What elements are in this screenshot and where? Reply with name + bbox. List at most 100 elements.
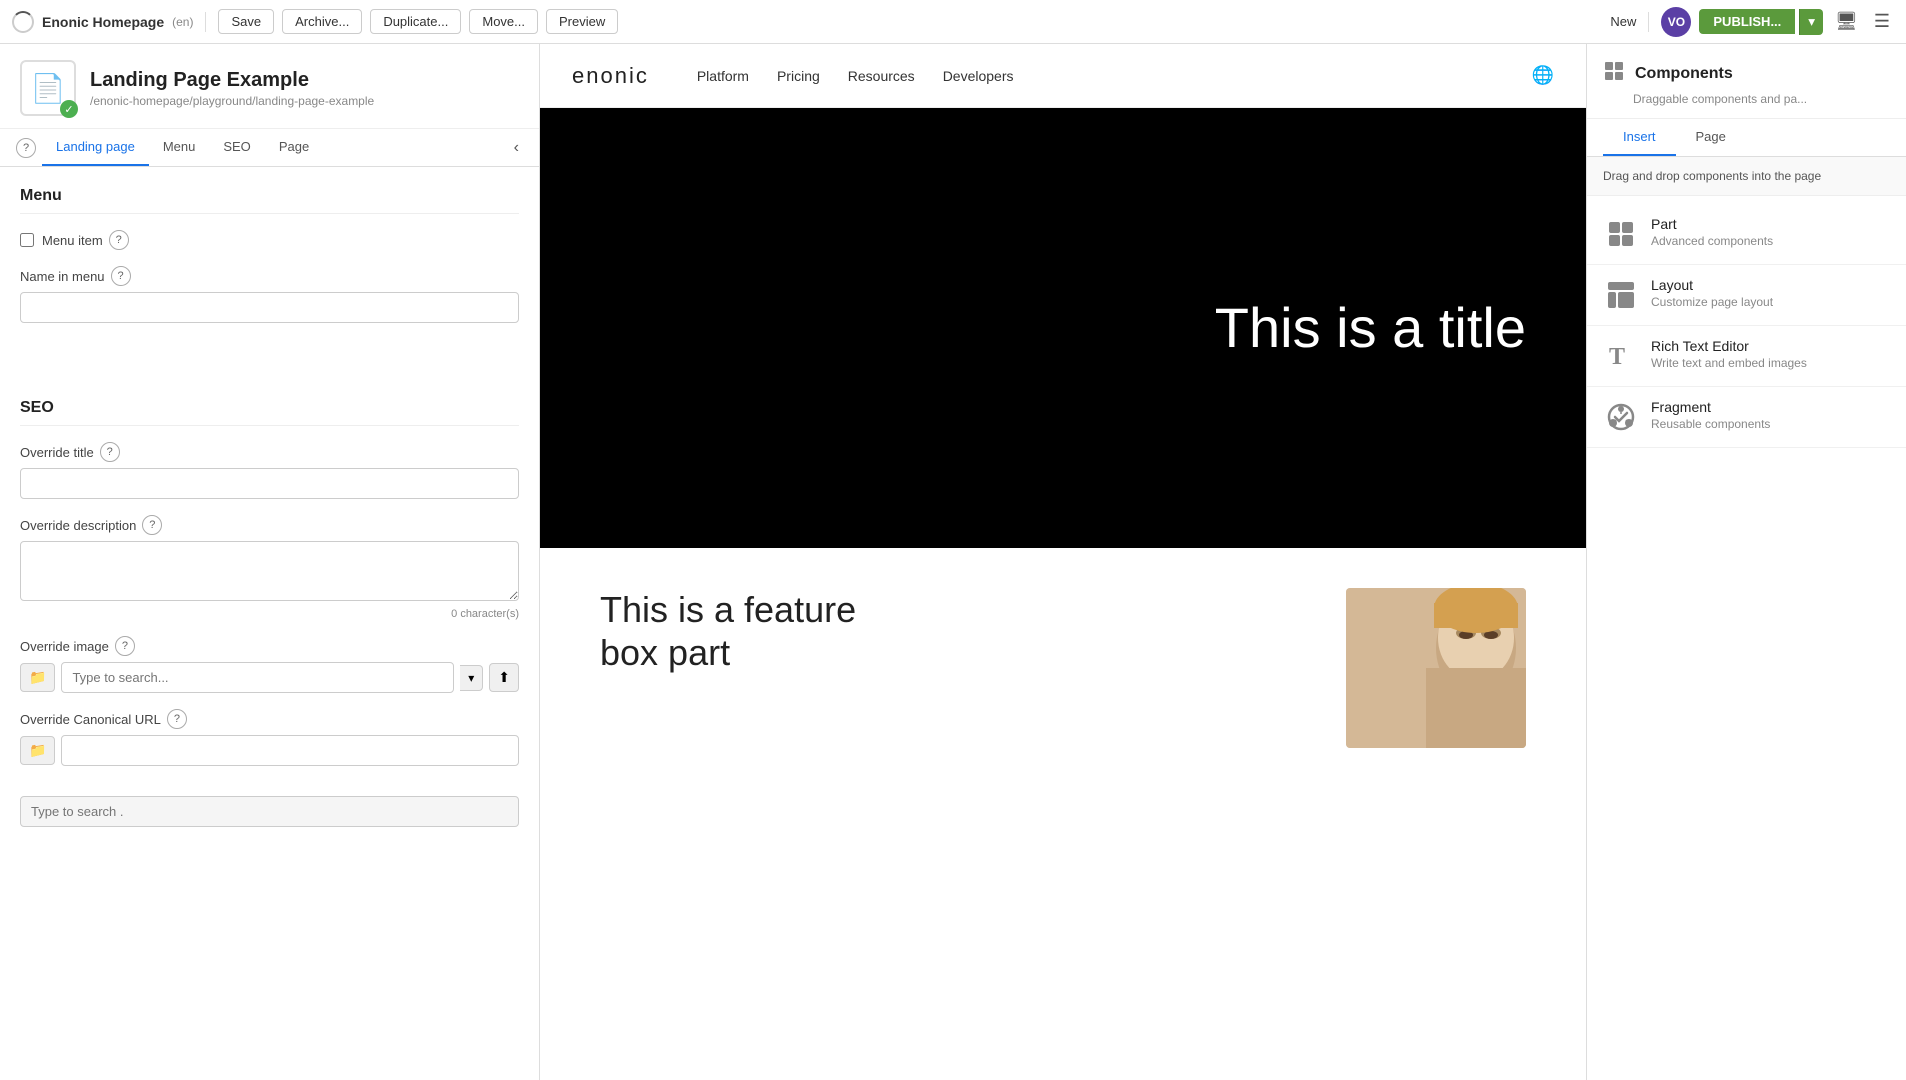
archive-button[interactable]: Archive... — [282, 9, 362, 34]
image-upload-button[interactable]: ⬆ — [489, 663, 519, 692]
override-image-help[interactable]: ? — [115, 636, 135, 656]
preview-hero: This is a title — [540, 108, 1586, 548]
name-in-menu-input[interactable] — [20, 292, 519, 323]
nav-link-developers[interactable]: Developers — [943, 68, 1014, 84]
right-panel-tab-insert[interactable]: Insert — [1603, 119, 1676, 156]
preview-area: enonic Platform Pricing Resources Develo… — [540, 44, 1586, 1080]
nav-link-pricing[interactable]: Pricing — [777, 68, 820, 84]
save-button[interactable]: Save — [218, 9, 274, 34]
tab-landing-page[interactable]: Landing page — [42, 129, 149, 166]
duplicate-button[interactable]: Duplicate... — [370, 9, 461, 34]
toolbar: Enonic Homepage (en) Save Archive... Dup… — [0, 0, 1906, 44]
override-description-field: Override description ? 0 character(s) — [20, 515, 519, 620]
override-canonical-field: Override Canonical URL ? 📁 — [20, 709, 519, 766]
tab-menu[interactable]: Menu — [149, 129, 210, 166]
right-panel-tab-page[interactable]: Page — [1676, 119, 1746, 156]
bottom-search-input[interactable] — [20, 796, 519, 827]
name-in-menu-field: Name in menu ? — [20, 266, 519, 323]
menu-item-checkbox[interactable] — [20, 233, 34, 247]
override-image-field: Override image ? 📁 ▾ ⬆ — [20, 636, 519, 693]
preview-feature-image — [1346, 588, 1526, 748]
preview-logo: enonic — [572, 63, 649, 89]
canonical-folder-button[interactable]: 📁 — [20, 736, 55, 765]
toolbar-divider — [205, 12, 206, 32]
layout-icon — [1603, 277, 1639, 313]
override-image-search[interactable] — [61, 662, 454, 693]
override-canonical-input[interactable] — [61, 735, 519, 766]
puzzle-icon-svg — [1603, 60, 1625, 82]
nav-link-platform[interactable]: Platform — [697, 68, 749, 84]
fragment-info: Fragment Reusable components — [1651, 399, 1890, 431]
preview-hero-title: This is a title — [1215, 297, 1526, 359]
override-title-label: Override title — [20, 445, 94, 460]
layout-info: Layout Customize page layout — [1651, 277, 1890, 309]
richtext-name: Rich Text Editor — [1651, 338, 1890, 354]
menu-item-label: Menu item — [42, 233, 103, 248]
override-canonical-row: 📁 — [20, 735, 519, 766]
override-title-help[interactable]: ? — [100, 442, 120, 462]
loading-spinner — [12, 11, 34, 33]
app-locale-label: (en) — [172, 15, 193, 29]
menu-section-title: Menu — [20, 187, 519, 214]
components-icon — [1603, 60, 1625, 88]
override-canonical-help[interactable]: ? — [167, 709, 187, 729]
part-icon-svg — [1605, 218, 1637, 250]
override-description-label: Override description — [20, 518, 136, 533]
menu-item-help[interactable]: ? — [109, 230, 129, 250]
monitor-icon-button[interactable]: 🖥 — [1831, 11, 1862, 32]
move-button[interactable]: Move... — [469, 9, 538, 34]
folder-icon-button[interactable]: 📁 — [20, 663, 55, 692]
component-item-part[interactable]: Part Advanced components — [1587, 204, 1906, 265]
right-panel: Components Draggable components and pa..… — [1586, 44, 1906, 1080]
preview-feature: This is a featurebox part — [540, 548, 1586, 788]
layout-description: Customize page layout — [1651, 295, 1890, 309]
component-item-layout[interactable]: Layout Customize page layout — [1587, 265, 1906, 326]
nav-link-resources[interactable]: Resources — [848, 68, 915, 84]
component-item-richtext[interactable]: T Rich Text Editor Write text and embed … — [1587, 326, 1906, 387]
override-description-textarea[interactable] — [20, 541, 519, 601]
content-header: 📄 ✓ Landing Page Example /enonic-homepag… — [0, 44, 539, 129]
right-panel-title: Components — [1635, 65, 1733, 83]
avatar: VO — [1661, 7, 1691, 37]
layout-name: Layout — [1651, 277, 1890, 293]
list-icon-button[interactable]: ☰ — [1870, 11, 1894, 32]
override-image-label: Override image — [20, 639, 109, 654]
status-badge: ✓ — [60, 100, 78, 118]
fragment-name: Fragment — [1651, 399, 1890, 415]
app-name-label: Enonic Homepage — [42, 14, 164, 30]
publish-button[interactable]: PUBLISH... — [1699, 9, 1795, 34]
preview-button[interactable]: Preview — [546, 9, 618, 34]
component-item-fragment[interactable]: Fragment Reusable components — [1587, 387, 1906, 448]
component-items: Part Advanced components Layout Customiz… — [1587, 196, 1906, 456]
override-image-row: 📁 ▾ ⬆ — [20, 662, 519, 693]
override-title-input[interactable] — [20, 468, 519, 499]
fragment-description: Reusable components — [1651, 417, 1890, 431]
tab-seo[interactable]: SEO — [209, 129, 264, 166]
fragment-icon-svg — [1605, 401, 1637, 433]
image-dropdown-button[interactable]: ▾ — [460, 665, 483, 691]
collapse-panel-button[interactable]: ‹ — [510, 135, 523, 161]
publish-area: PUBLISH... ▾ — [1699, 9, 1823, 35]
char-count: 0 character(s) — [20, 608, 519, 620]
menu-item-field: Menu item ? — [20, 230, 519, 250]
part-icon — [1603, 216, 1639, 252]
seo-section-title: SEO — [20, 399, 519, 426]
override-title-field: Override title ? — [20, 442, 519, 499]
preview-nav-links: Platform Pricing Resources Developers — [697, 68, 1014, 84]
override-description-help[interactable]: ? — [142, 515, 162, 535]
right-panel-subtitle: Draggable components and pa... — [1633, 92, 1890, 106]
new-button[interactable]: New — [1610, 14, 1636, 29]
page-title: Landing Page Example — [90, 68, 374, 92]
publish-dropdown-button[interactable]: ▾ — [1799, 9, 1823, 35]
tab-page[interactable]: Page — [265, 129, 323, 166]
help-button[interactable]: ? — [16, 138, 36, 158]
preview-nav: enonic Platform Pricing Resources Develo… — [540, 44, 1586, 108]
svg-text:T: T — [1609, 344, 1625, 370]
part-info: Part Advanced components — [1651, 216, 1890, 248]
right-panel-title-row: Components — [1603, 60, 1890, 88]
drag-info: Drag and drop components into the page — [1587, 157, 1906, 196]
name-in-menu-help[interactable]: ? — [111, 266, 131, 286]
feature-image-svg — [1346, 588, 1526, 748]
name-in-menu-label: Name in menu — [20, 269, 105, 284]
page-icon: 📄 — [31, 72, 66, 105]
